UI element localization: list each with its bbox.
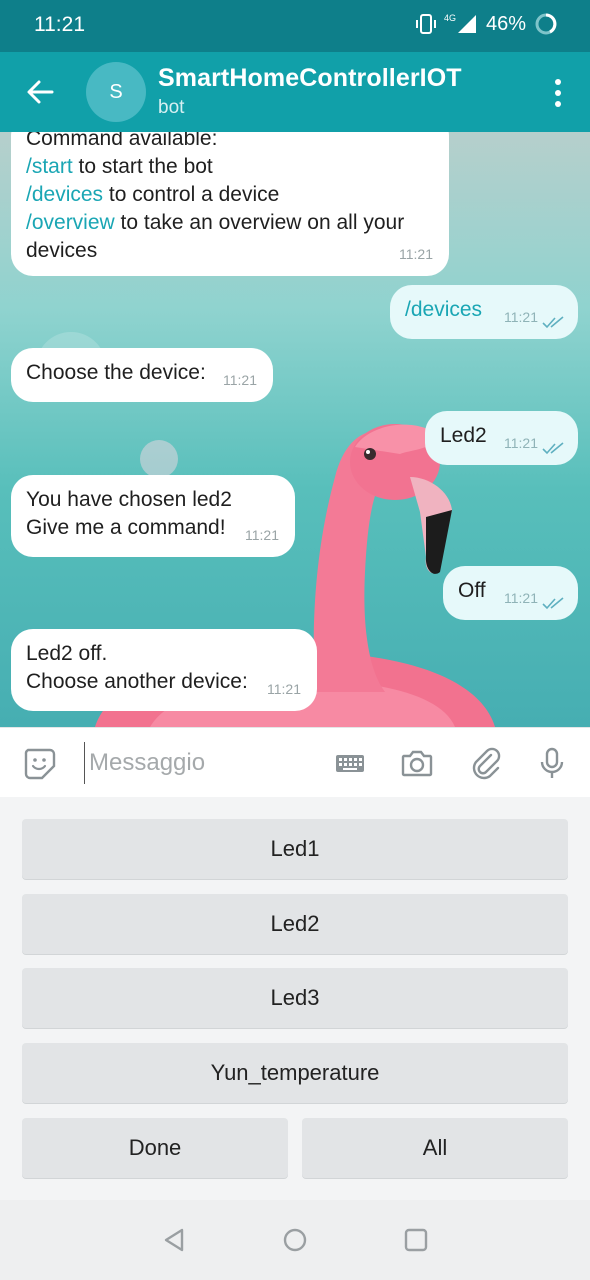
app-bar: S SmartHomeControllerIOT bot (0, 52, 590, 132)
nav-back-icon[interactable] (160, 1226, 188, 1254)
message-text: Command available: (26, 132, 218, 150)
message-time: 11:21 (504, 435, 538, 451)
chat-title[interactable]: SmartHomeControllerIOT (158, 64, 462, 93)
message-text: to control a device (103, 183, 280, 206)
more-options-icon[interactable] (548, 76, 568, 110)
message-text: Choose another device: (26, 670, 248, 693)
sticker-emoji-icon[interactable] (22, 746, 56, 780)
message-text: Led2 off. (26, 642, 108, 665)
message-time: 11:21 (399, 246, 433, 262)
keyboard-button-done[interactable]: Done (22, 1118, 288, 1178)
signal-icon (457, 15, 476, 33)
message-text: Give me a command! (26, 516, 226, 539)
battery-text: 46% (485, 12, 526, 35)
keyboard-button-all[interactable]: All (302, 1118, 568, 1178)
read-ticks-icon (542, 316, 564, 329)
bot-reply-keyboard: Led1 Led2 Led3 Yun_temperature Done All (0, 797, 590, 1200)
message-input-bar (0, 727, 590, 797)
nav-home-icon[interactable] (281, 1226, 309, 1254)
command-link-devices[interactable]: /devices (26, 183, 103, 206)
message-text: devices (26, 239, 98, 262)
vibrate-icon (415, 14, 436, 34)
message-bubble-outgoing: /devices 11:21 (390, 285, 578, 339)
status-icons: 4G 46% (415, 12, 558, 36)
message-bubble-incoming: Led2 off. Choose another device: 11:21 (11, 629, 317, 711)
message-line: /start to start the bot (26, 153, 433, 181)
read-ticks-icon (542, 442, 564, 455)
nav-recents-icon[interactable] (402, 1226, 430, 1254)
message-time: 11:21 (245, 527, 279, 543)
message-line: /overview to take an overview on all you… (26, 209, 433, 237)
message-bubble-incoming: You have chosen led2 Give me a command! … (11, 475, 295, 557)
message-bubble-incoming: Choose the device: 11:21 (11, 348, 273, 402)
back-arrow-icon[interactable] (22, 74, 58, 110)
keyboard-button-yun-temperature[interactable]: Yun_temperature (22, 1043, 568, 1103)
message-line: /devices to control a device (26, 181, 433, 209)
message-text: to start the bot (72, 155, 213, 178)
message-text[interactable]: /devices (405, 296, 562, 324)
command-link-start[interactable]: /start (26, 155, 73, 178)
camera-icon[interactable] (400, 746, 434, 780)
message-input[interactable] (84, 742, 314, 784)
network-type: 4G (443, 13, 456, 23)
system-navigation-bar (0, 1200, 590, 1280)
message-bubble-outgoing: Off 11:21 (443, 566, 578, 620)
keyboard-icon[interactable] (333, 746, 367, 780)
chat-subtitle: bot (158, 97, 185, 118)
status-time: 11:21 (34, 13, 85, 36)
microphone-icon[interactable] (535, 746, 569, 780)
battery-ring-icon (535, 13, 557, 35)
message-time: 11:21 (223, 372, 257, 388)
paperclip-icon[interactable] (469, 746, 503, 780)
keyboard-button-led1[interactable]: Led1 (22, 819, 568, 879)
command-link-overview[interactable]: /overview (26, 211, 115, 234)
keyboard-button-led3[interactable]: Led3 (22, 968, 568, 1028)
read-ticks-icon (542, 597, 564, 610)
message-bubble-outgoing: Led2 11:21 (425, 411, 578, 465)
status-bar: 11:21 4G 46% (0, 0, 590, 52)
message-time: 11:21 (267, 681, 301, 697)
keyboard-button-led2[interactable]: Led2 (22, 894, 568, 954)
message-time: 11:21 (504, 309, 538, 325)
chat-area: Command available: /start to start the b… (0, 132, 590, 727)
message-text: You have chosen led2 (26, 488, 232, 511)
avatar[interactable]: S (86, 62, 146, 122)
message-time: 11:21 (504, 590, 538, 606)
message-bubble-incoming: Command available: /start to start the b… (11, 132, 449, 276)
message-text: to take an overview on all your (114, 211, 405, 234)
